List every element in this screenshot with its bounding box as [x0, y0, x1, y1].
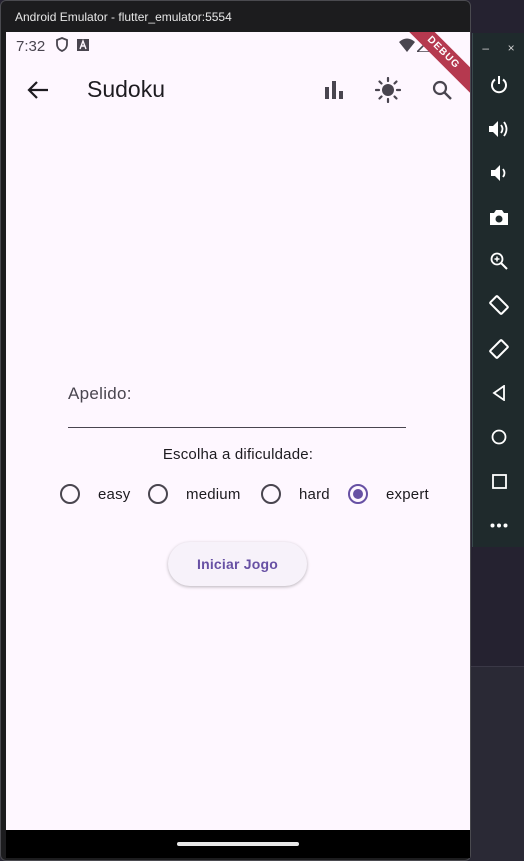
zoom-button[interactable]	[473, 239, 524, 283]
nickname-field[interactable]: Apelido:	[68, 370, 406, 428]
zoom-icon	[490, 252, 508, 270]
app-title: Sudoku	[87, 76, 166, 102]
home-nav-button[interactable]	[473, 415, 524, 459]
volume-down-button[interactable]	[473, 151, 524, 195]
rotate-right-button[interactable]	[473, 327, 524, 371]
volume-up-icon	[489, 121, 508, 137]
window-title: Android Emulator - flutter_emulator:5554	[15, 10, 232, 24]
wifi-icon	[399, 38, 415, 56]
difficulty-label: Escolha a dificuldade:	[162, 446, 314, 463]
emulator-controls: – ×	[472, 33, 524, 547]
difficulty-radio-group: easy medium hard expert	[6, 479, 470, 509]
radio-label: easy	[98, 485, 131, 503]
power-button[interactable]	[473, 63, 524, 107]
camera-icon	[490, 209, 508, 225]
nickname-label: Apelido:	[68, 384, 132, 403]
back-icon	[492, 385, 505, 401]
theme-toggle-button[interactable]	[374, 76, 402, 104]
radio-medium[interactable]: medium	[148, 479, 241, 509]
overview-nav-button[interactable]	[473, 459, 524, 503]
radio-expert[interactable]: expert	[348, 479, 429, 509]
status-bar: 7:32 DEBUG	[6, 32, 470, 99]
rotate-left-icon	[489, 295, 509, 315]
radio-easy[interactable]: easy	[60, 479, 131, 509]
radio-label: expert	[386, 485, 429, 503]
search-icon	[432, 80, 452, 100]
system-nav-bar	[6, 830, 470, 858]
volume-up-button[interactable]	[473, 107, 524, 151]
overview-icon	[491, 473, 507, 489]
radio-hard[interactable]: hard	[261, 479, 330, 509]
radio-button[interactable]	[261, 484, 281, 504]
minimize-icon[interactable]: –	[482, 41, 489, 55]
close-icon[interactable]: ×	[508, 41, 515, 55]
phone-screen: 7:32 DEBUG Sudoku Apelido: Escolha a dif…	[6, 32, 470, 830]
a-box-icon	[77, 38, 90, 55]
bar-chart-icon	[325, 81, 343, 99]
volume-down-icon	[491, 165, 506, 181]
more-button[interactable]	[473, 503, 524, 547]
home-icon	[491, 429, 507, 445]
radio-button[interactable]	[60, 484, 80, 504]
radio-dot	[353, 489, 363, 499]
radio-button[interactable]	[148, 484, 168, 504]
radio-label: medium	[186, 485, 241, 503]
radio-button-selected[interactable]	[348, 484, 368, 504]
back-button[interactable]	[24, 76, 52, 104]
back-nav-button[interactable]	[473, 371, 524, 415]
stats-button[interactable]	[320, 76, 348, 104]
rotate-left-button[interactable]	[473, 283, 524, 327]
brightness-icon	[375, 77, 401, 103]
home-gesture-pill[interactable]	[177, 842, 299, 846]
rotate-right-icon	[489, 339, 509, 359]
app-bar: Sudoku	[6, 60, 470, 120]
window-titlebar: Android Emulator - flutter_emulator:5554	[1, 1, 470, 33]
side-window-controls: – ×	[473, 33, 524, 63]
status-time: 7:32	[16, 37, 46, 55]
shield-icon	[55, 36, 69, 56]
more-icon	[490, 523, 508, 527]
arrow-back-icon	[27, 81, 48, 99]
start-game-button[interactable]: Iniciar Jogo	[168, 542, 307, 586]
radio-label: hard	[299, 485, 330, 503]
screenshot-button[interactable]	[473, 195, 524, 239]
power-icon	[491, 76, 507, 94]
search-button[interactable]	[428, 76, 456, 104]
